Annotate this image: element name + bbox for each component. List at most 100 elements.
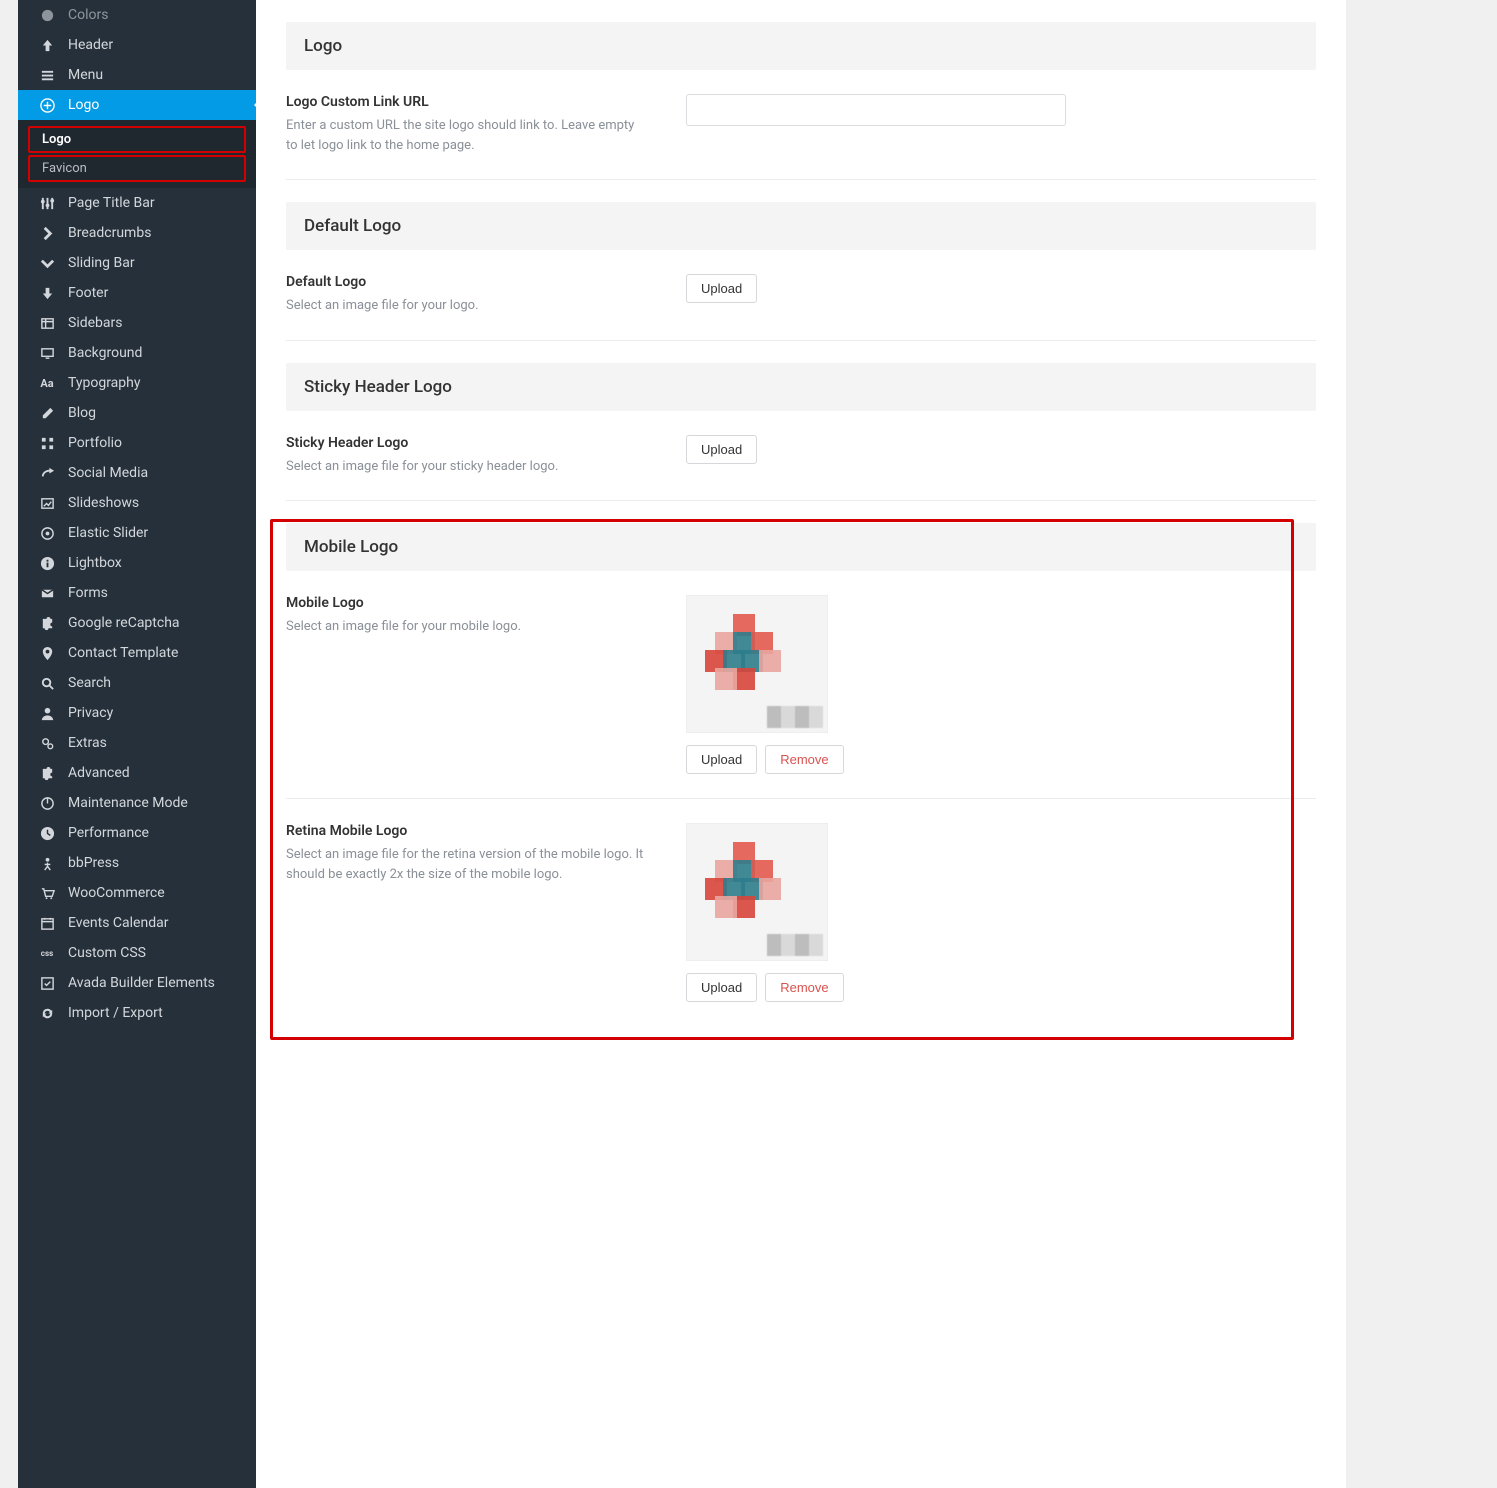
sidebar-sub-logo[interactable]: Logo: [30, 128, 244, 151]
sidebar-item-header[interactable]: Header: [18, 30, 256, 60]
sidebar-item-elastic-slider[interactable]: Elastic Slider: [18, 518, 256, 548]
sidebar-item-performance[interactable]: Performance: [18, 818, 256, 848]
envelope-icon: [36, 586, 58, 601]
gears-icon: [36, 736, 58, 751]
cart-icon: [36, 886, 58, 901]
sidebar-item-search[interactable]: Search: [18, 668, 256, 698]
logo-art-icon: [705, 842, 785, 922]
sidebar-item-slideshows[interactable]: Slideshows: [18, 488, 256, 518]
sidebar-item-typography[interactable]: AaTypography: [18, 368, 256, 398]
sidebar-item-logo[interactable]: Logo: [18, 90, 256, 120]
css-icon: css: [36, 949, 58, 958]
label-mobile-logo: Mobile Logo: [286, 595, 646, 611]
sidebar-item-sliding-bar[interactable]: Sliding Bar: [18, 248, 256, 278]
sidebar-list-rest: Page Title Bar Breadcrumbs Sliding Bar F…: [18, 188, 256, 1028]
label-sticky-logo: Sticky Header Logo: [286, 435, 646, 451]
map-pin-icon: [36, 646, 58, 661]
check-square-icon: [36, 976, 58, 991]
clock-icon: [36, 826, 58, 841]
field-logo-url: Logo Custom Link URL Enter a custom URL …: [286, 70, 1316, 180]
field-default-logo: Default Logo Select an image file for yo…: [286, 250, 1316, 341]
sidebar-item-social-media[interactable]: Social Media: [18, 458, 256, 488]
grid-icon: [36, 436, 58, 451]
edit-icon: [36, 406, 58, 421]
angle-down-icon: [36, 256, 58, 271]
sidebar-item-sidebars[interactable]: Sidebars: [18, 308, 256, 338]
columns-icon: [36, 316, 58, 331]
sidebar-item-events-calendar[interactable]: Events Calendar: [18, 908, 256, 938]
section-head-sticky-logo: Sticky Header Logo: [286, 363, 1316, 411]
label-retina-mobile-logo: Retina Mobile Logo: [286, 823, 646, 839]
logo-art-icon: [705, 614, 785, 694]
label-default-logo: Default Logo: [286, 274, 646, 290]
main-content: Logo Logo Custom Link URL Enter a custom…: [256, 0, 1346, 1488]
sidebar-item-lightbox[interactable]: Lightbox: [18, 548, 256, 578]
field-sticky-logo: Sticky Header Logo Select an image file …: [286, 411, 1316, 502]
sidebar-item-contact-template[interactable]: Contact Template: [18, 638, 256, 668]
plus-circle-icon: [36, 98, 58, 113]
field-mobile-logo: Mobile Logo Select an image file for you…: [286, 571, 1316, 799]
bars-icon: [36, 68, 58, 83]
sidebar-item-breadcrumbs[interactable]: Breadcrumbs: [18, 218, 256, 248]
remove-mobile-logo-button[interactable]: Remove: [765, 745, 843, 774]
desc-sticky-logo: Select an image file for your sticky hea…: [286, 457, 646, 477]
sidebar-item-extras[interactable]: Extras: [18, 728, 256, 758]
calendar-icon: [36, 916, 58, 931]
section-head-logo: Logo: [286, 22, 1316, 70]
sidebar-item-recaptcha[interactable]: Google reCaptcha: [18, 608, 256, 638]
upload-retina-mobile-logo-button[interactable]: Upload: [686, 973, 757, 1002]
sidebar-subgroup: Logo Favicon: [18, 120, 256, 188]
sidebar-item-colors[interactable]: Colors: [18, 0, 256, 30]
preview-mobile-logo: [686, 595, 828, 733]
puzzle-icon: [36, 616, 58, 631]
sidebar-item-avada-builder[interactable]: Avada Builder Elements: [18, 968, 256, 998]
power-icon: [36, 796, 58, 811]
upload-mobile-logo-button[interactable]: Upload: [686, 745, 757, 774]
desc-logo-url: Enter a custom URL the site logo should …: [286, 116, 646, 155]
sidebar-item-import-export[interactable]: Import / Export: [18, 998, 256, 1028]
sidebar-item-page-title-bar[interactable]: Page Title Bar: [18, 188, 256, 218]
highlight-favicon-sub: Favicon: [28, 155, 246, 182]
puzzle-icon: [36, 766, 58, 781]
desc-retina-mobile-logo: Select an image file for the retina vers…: [286, 845, 646, 884]
desc-mobile-logo: Select an image file for your mobile log…: [286, 617, 646, 637]
sidebar: Colors Header Menu Logo Logo Favicon Pag…: [18, 0, 256, 1488]
sidebar-item-blog[interactable]: Blog: [18, 398, 256, 428]
search-icon: [36, 676, 58, 691]
section-head-default-logo: Default Logo: [286, 202, 1316, 250]
highlight-logo-sub: Logo: [28, 126, 246, 153]
info-icon: [36, 556, 58, 571]
upload-sticky-logo-button[interactable]: Upload: [686, 435, 757, 464]
sidebar-item-background[interactable]: Background: [18, 338, 256, 368]
section-head-mobile-logo: Mobile Logo: [286, 523, 1316, 571]
sidebar-item-custom-css[interactable]: cssCustom CSS: [18, 938, 256, 968]
font-icon: Aa: [36, 377, 58, 390]
arrow-down-icon: [36, 286, 58, 301]
angle-right-icon: [36, 226, 58, 241]
sidebar-item-footer[interactable]: Footer: [18, 278, 256, 308]
sidebar-item-privacy[interactable]: Privacy: [18, 698, 256, 728]
desktop-icon: [36, 346, 58, 361]
sidebar-item-advanced[interactable]: Advanced: [18, 758, 256, 788]
image-icon: [36, 496, 58, 511]
sidebar-item-forms[interactable]: Forms: [18, 578, 256, 608]
input-logo-url[interactable]: [686, 94, 1066, 126]
remove-retina-mobile-logo-button[interactable]: Remove: [765, 973, 843, 1002]
upload-default-logo-button[interactable]: Upload: [686, 274, 757, 303]
sidebar-list: Colors Header Menu Logo: [18, 0, 256, 120]
palette-icon: [36, 8, 58, 23]
share-icon: [36, 466, 58, 481]
sidebar-item-menu[interactable]: Menu: [18, 60, 256, 90]
refresh-icon: [36, 1006, 58, 1021]
sidebar-item-maintenance-mode[interactable]: Maintenance Mode: [18, 788, 256, 818]
sidebar-item-woocommerce[interactable]: WooCommerce: [18, 878, 256, 908]
label-logo-url: Logo Custom Link URL: [286, 94, 646, 110]
preview-retina-mobile-logo: [686, 823, 828, 961]
user-icon: [36, 706, 58, 721]
desc-default-logo: Select an image file for your logo.: [286, 296, 646, 316]
sidebar-item-portfolio[interactable]: Portfolio: [18, 428, 256, 458]
sidebar-item-bbpress[interactable]: bbPress: [18, 848, 256, 878]
sidebar-sub-favicon[interactable]: Favicon: [30, 157, 244, 180]
field-retina-mobile-logo: Retina Mobile Logo Select an image file …: [286, 799, 1316, 1026]
circle-dot-icon: [36, 526, 58, 541]
